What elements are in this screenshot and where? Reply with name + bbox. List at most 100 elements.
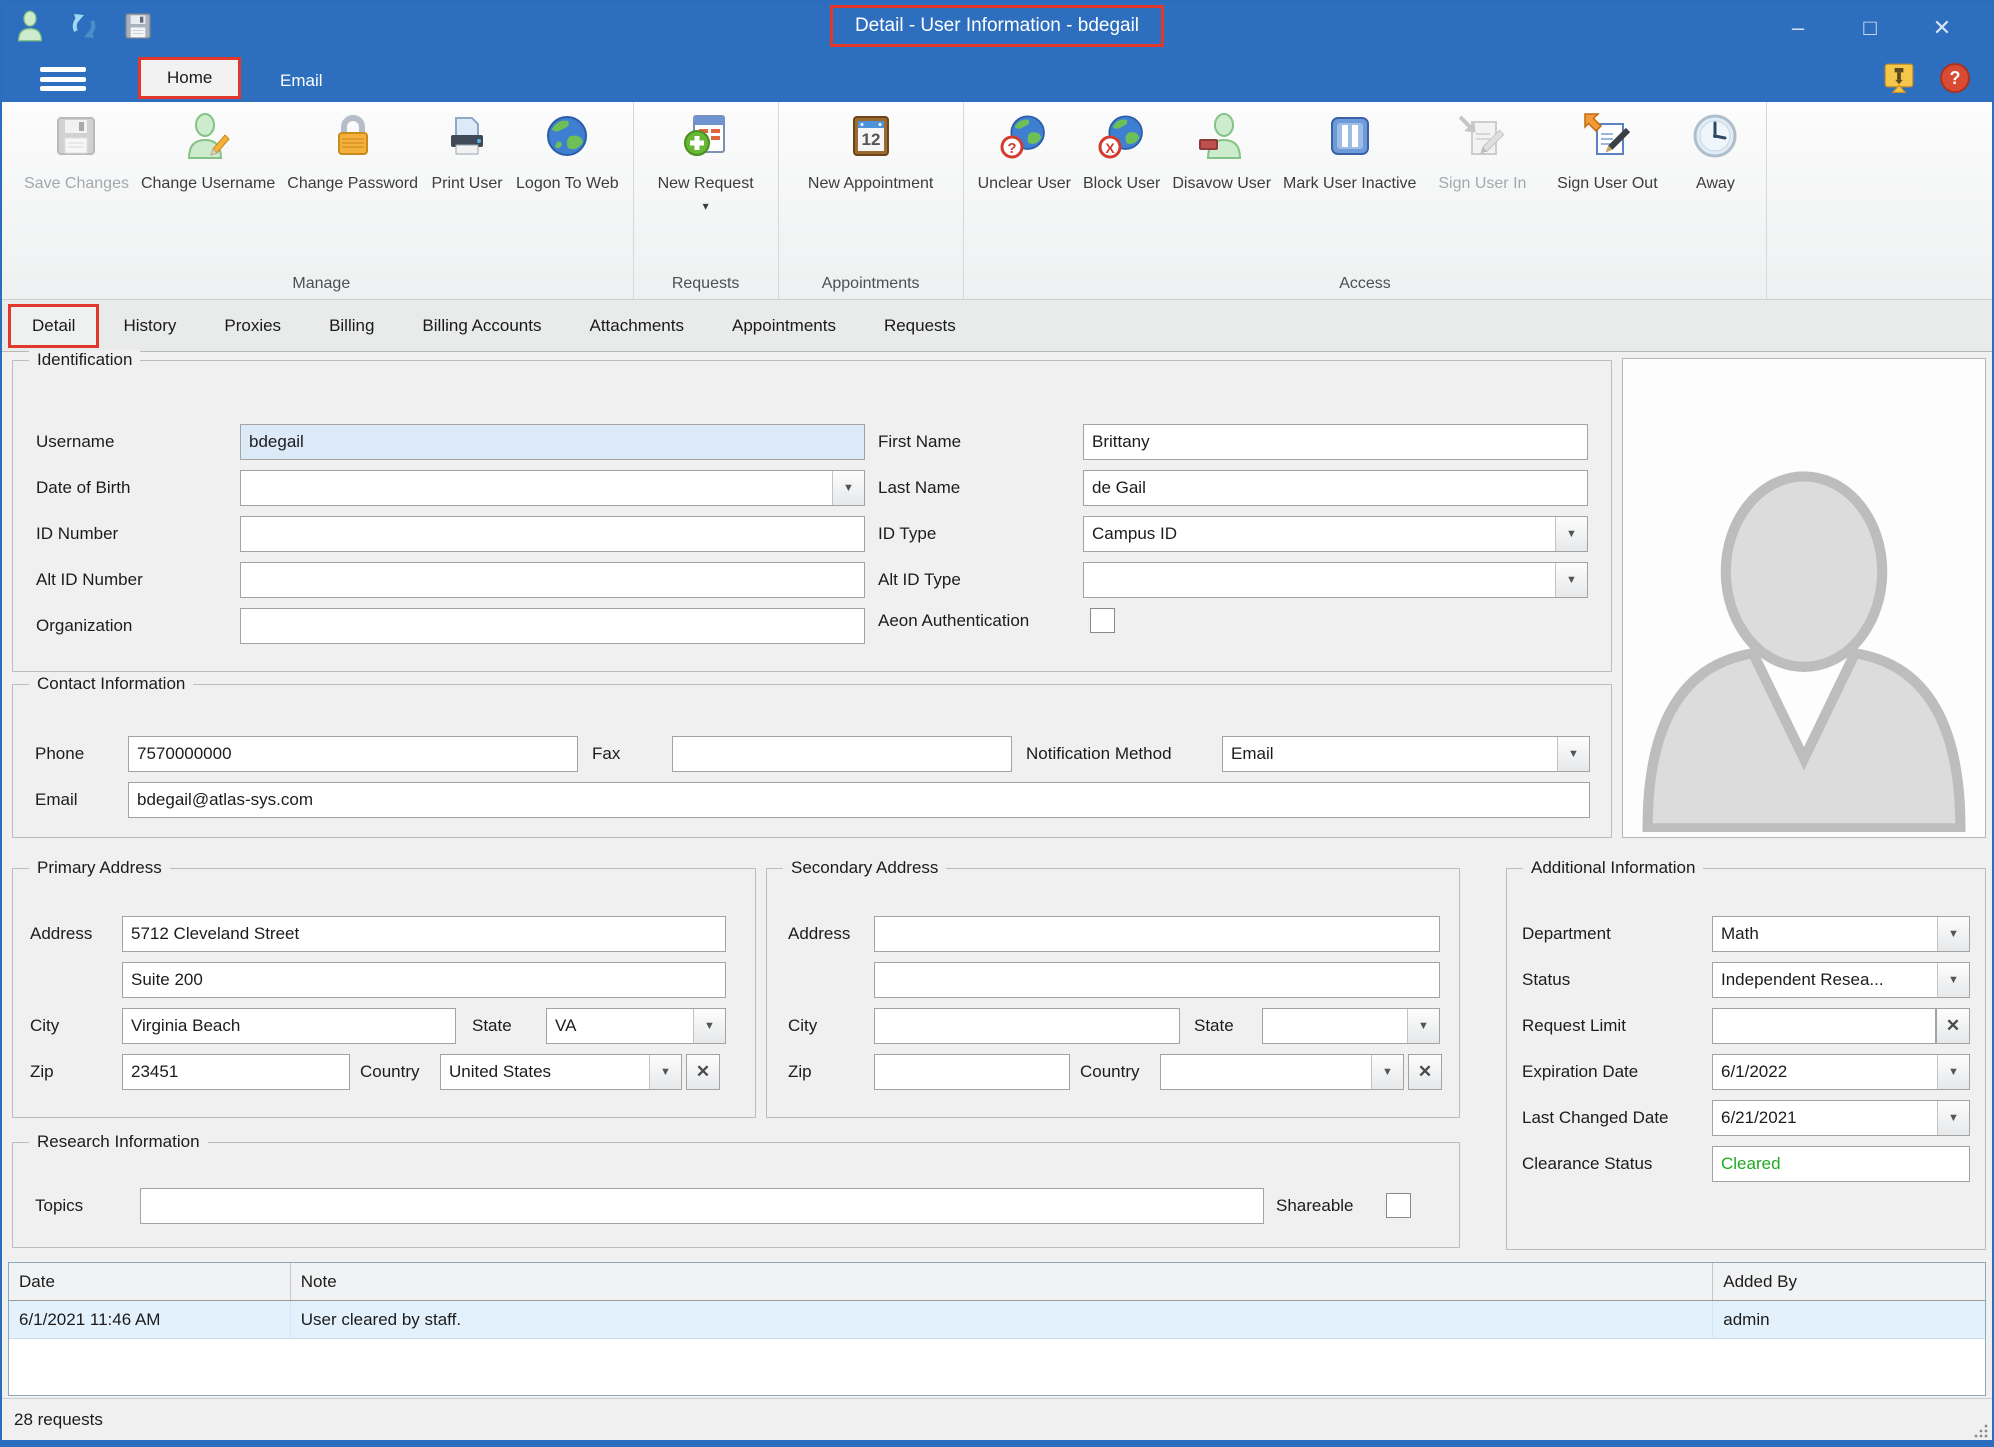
new-request-button[interactable]: New Request ▾ [642, 106, 770, 216]
notes-header-date[interactable]: Date [9, 1263, 291, 1300]
dropdown-arrow-icon[interactable]: ▼ [1555, 517, 1587, 551]
tab-home[interactable]: Home [138, 57, 241, 99]
primary-city-input[interactable] [122, 1008, 456, 1044]
dropdown-arrow-icon[interactable]: ▼ [1937, 1101, 1969, 1135]
primary-address1-input[interactable] [122, 916, 726, 952]
status-bar: 28 requests [0, 1398, 1994, 1440]
tab-billing-accounts[interactable]: Billing Accounts [398, 304, 565, 348]
save-icon[interactable] [122, 10, 154, 42]
dropdown-arrow-icon[interactable]: ▼ [1937, 917, 1969, 951]
tab-attachments[interactable]: Attachments [566, 304, 709, 348]
tab-billing[interactable]: Billing [305, 304, 398, 348]
secondary-state-combo[interactable]: ▼ [1262, 1008, 1440, 1044]
username-input[interactable] [240, 424, 865, 460]
primary-country-clear-icon[interactable]: ✕ [686, 1054, 720, 1090]
change-username-button[interactable]: Change Username [135, 106, 281, 194]
primary-country-label: Country [360, 1054, 420, 1090]
logon-to-web-button[interactable]: Logon To Web [510, 106, 625, 194]
close-button[interactable]: ✕ [1906, 0, 1978, 55]
notes-header-note[interactable]: Note [291, 1263, 1714, 1300]
print-user-button[interactable]: Print User [424, 106, 510, 194]
user-information-window: Detail - User Information - bdegail – □ … [0, 0, 1994, 1447]
minimize-button[interactable]: – [1762, 0, 1834, 55]
shareable-checkbox[interactable] [1386, 1193, 1411, 1218]
department-combo[interactable]: Math ▼ [1712, 916, 1970, 952]
secondary-country-clear-icon[interactable]: ✕ [1408, 1054, 1442, 1090]
email-input[interactable] [128, 782, 1590, 818]
request-limit-input[interactable] [1712, 1008, 1936, 1044]
last-name-input[interactable] [1083, 470, 1588, 506]
sign-user-in-button[interactable]: Sign User In [1422, 106, 1542, 194]
dropdown-arrow-icon[interactable]: ▼ [1937, 963, 1969, 997]
dropdown-arrow-icon[interactable]: ▼ [1407, 1009, 1439, 1043]
globe-icon [543, 112, 591, 174]
tab-email[interactable]: Email [266, 65, 337, 97]
secondary-country-combo[interactable]: ▼ [1160, 1054, 1404, 1090]
tab-proxies[interactable]: Proxies [200, 304, 305, 348]
disavow-user-button[interactable]: Disavow User [1166, 106, 1277, 194]
secondary-city-input[interactable] [874, 1008, 1180, 1044]
phone-input[interactable] [128, 736, 578, 772]
alt-id-number-input[interactable] [240, 562, 865, 598]
id-type-combo[interactable]: Campus ID ▼ [1083, 516, 1588, 552]
primary-country-combo[interactable]: United States ▼ [440, 1054, 682, 1090]
secondary-country-label: Country [1080, 1054, 1140, 1090]
date-of-birth-combo[interactable]: ▼ [240, 470, 865, 506]
primary-state-combo[interactable]: VA ▼ [546, 1008, 726, 1044]
window-controls: – □ ✕ [1762, 0, 1978, 55]
fax-input[interactable] [672, 736, 1012, 772]
tab-detail[interactable]: Detail [8, 304, 99, 348]
pin-ribbon-icon[interactable] [1884, 63, 1914, 93]
new-appointment-button[interactable]: 12 New Appointment [787, 106, 955, 194]
ribbon-corner-icons: ? [1884, 63, 1970, 93]
dropdown-arrow-icon[interactable]: ▼ [1371, 1055, 1403, 1089]
secondary-address1-input[interactable] [874, 916, 1440, 952]
tab-requests[interactable]: Requests [860, 304, 980, 348]
dropdown-arrow-icon[interactable]: ▼ [1557, 737, 1589, 771]
change-password-button[interactable]: Change Password [281, 106, 424, 194]
request-limit-clear-icon[interactable]: ✕ [1936, 1008, 1970, 1044]
tab-appointments[interactable]: Appointments [708, 304, 860, 348]
dropdown-arrow-icon[interactable]: ▼ [832, 471, 864, 505]
dropdown-arrow-icon[interactable]: ▼ [693, 1009, 725, 1043]
tab-history[interactable]: History [99, 304, 200, 348]
secondary-address2-input[interactable] [874, 962, 1440, 998]
clock-icon [1691, 112, 1739, 174]
dropdown-arrow-icon[interactable]: ▼ [649, 1055, 681, 1089]
secondary-address-legend: Secondary Address [783, 858, 946, 878]
table-row[interactable]: 6/1/2021 11:46 AM User cleared by staff.… [9, 1301, 1985, 1339]
dropdown-arrow-icon[interactable]: ▼ [1937, 1055, 1969, 1089]
user-minus-icon [1198, 112, 1246, 174]
expiration-date-picker[interactable]: 6/1/2022 ▼ [1712, 1054, 1970, 1090]
user-photo-placeholder[interactable] [1622, 358, 1986, 838]
id-number-input[interactable] [240, 516, 865, 552]
unclear-user-button[interactable]: ? Unclear User [972, 106, 1077, 194]
menu-icon[interactable] [40, 67, 86, 91]
notes-header-added-by[interactable]: Added By [1713, 1263, 1985, 1300]
notification-method-combo[interactable]: Email ▼ [1222, 736, 1590, 772]
organization-input[interactable] [240, 608, 865, 644]
primary-zip-input[interactable] [122, 1054, 350, 1090]
alt-id-type-combo[interactable]: ▼ [1083, 562, 1588, 598]
new-request-dropdown-arrow-icon[interactable]: ▾ [703, 196, 709, 216]
sync-icon[interactable] [68, 10, 100, 42]
globe-x-icon: X [1098, 112, 1146, 174]
user-icon[interactable] [14, 10, 46, 42]
sign-user-out-button[interactable]: Sign User Out [1542, 106, 1672, 194]
help-icon[interactable]: ? [1940, 63, 1970, 93]
secondary-address-label: Address [788, 916, 850, 952]
away-button[interactable]: Away [1672, 106, 1758, 194]
primary-address2-input[interactable] [122, 962, 726, 998]
secondary-zip-input[interactable] [874, 1054, 1070, 1090]
first-name-input[interactable] [1083, 424, 1588, 460]
floppy-disk-icon [52, 112, 100, 174]
aeon-authentication-checkbox[interactable] [1090, 608, 1115, 633]
topics-input[interactable] [140, 1188, 1264, 1224]
save-changes-button[interactable]: Save Changes [18, 106, 135, 194]
status-combo[interactable]: Independent Resea... ▼ [1712, 962, 1970, 998]
mark-user-inactive-button[interactable]: Mark User Inactive [1277, 106, 1422, 194]
dropdown-arrow-icon[interactable]: ▼ [1555, 563, 1587, 597]
last-changed-date-picker[interactable]: 6/21/2021 ▼ [1712, 1100, 1970, 1136]
maximize-button[interactable]: □ [1834, 0, 1906, 55]
block-user-button[interactable]: X Block User [1077, 106, 1166, 194]
